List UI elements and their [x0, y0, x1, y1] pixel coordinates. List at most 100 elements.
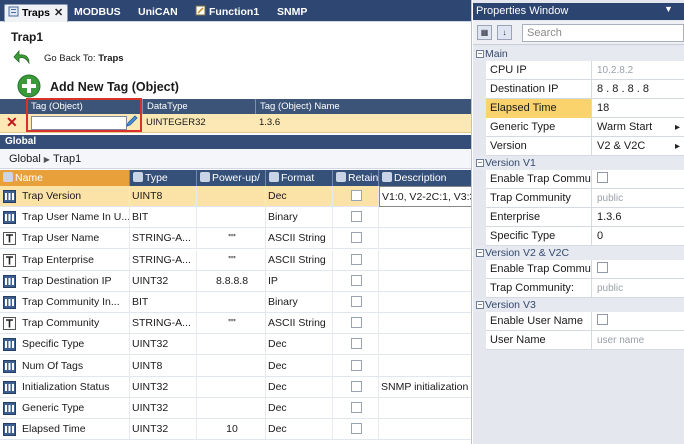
retain-checkbox[interactable]	[351, 211, 362, 223]
retain-cell[interactable]	[333, 419, 379, 441]
property-value[interactable]	[593, 170, 684, 189]
property-row[interactable]: User Name user name	[486, 331, 684, 350]
retain-checkbox[interactable]	[351, 423, 362, 435]
breadcrumb-item-global[interactable]: Global	[9, 153, 41, 165]
table-row[interactable]: Specific Type UINT32 Dec	[0, 334, 472, 356]
power-cell[interactable]	[197, 207, 266, 229]
table-row[interactable]: Elapsed Time UINT32 10 Dec	[0, 419, 472, 441]
tab-traps[interactable]: Traps ✕	[4, 4, 68, 22]
name-cell[interactable]: Specific Type	[20, 334, 130, 356]
table-row[interactable]: Generic Type UINT32 Dec	[0, 398, 472, 419]
tab-modbus[interactable]: MODBUS	[72, 4, 121, 22]
column-tag-name[interactable]: Tag (Object) Name	[255, 99, 472, 114]
power-cell[interactable]: ""	[197, 313, 266, 335]
property-category[interactable]: − Version V3	[473, 298, 684, 312]
format-cell[interactable]: Dec	[266, 355, 333, 377]
desc-cell[interactable]	[379, 313, 472, 335]
property-row[interactable]: Version V2 & V2C ▸	[486, 137, 684, 156]
retain-cell[interactable]	[333, 313, 379, 335]
type-cell[interactable]: UINT32	[130, 270, 197, 292]
collapse-icon[interactable]: −	[476, 301, 484, 309]
retain-checkbox[interactable]	[351, 253, 362, 265]
table-row[interactable]: Num Of Tags UINT8 Dec	[0, 355, 472, 377]
format-cell[interactable]: ASCII String	[266, 228, 333, 250]
name-cell[interactable]: Num Of Tags	[20, 355, 130, 377]
table-row[interactable]: Initialization Status UINT32 Dec SNMP initi…	[0, 376, 472, 398]
desc-cell[interactable]	[379, 334, 472, 356]
property-row[interactable]: Enable User Name	[486, 312, 684, 331]
format-cell[interactable]: IP	[266, 270, 333, 292]
property-value[interactable]	[593, 312, 684, 331]
retain-checkbox[interactable]	[351, 317, 362, 329]
type-cell[interactable]: UINT32	[130, 334, 197, 356]
desc-cell[interactable]	[379, 398, 472, 419]
retain-cell[interactable]	[333, 334, 379, 356]
add-tag-icon[interactable]	[17, 74, 41, 98]
retain-cell[interactable]	[333, 249, 379, 271]
property-value[interactable]	[593, 260, 684, 279]
type-cell[interactable]: BIT	[130, 292, 197, 313]
retain-checkbox[interactable]	[351, 232, 362, 244]
format-cell[interactable]: Dec	[266, 186, 333, 207]
name-cell[interactable]: Generic Type	[20, 398, 130, 419]
name-cell[interactable]: Initialization Status	[20, 376, 130, 398]
name-cell[interactable]: Trap Community	[20, 313, 130, 335]
column-retain[interactable]: Retain	[333, 170, 379, 186]
property-row[interactable]: Destination IP 8 . 8 . 8 . 8	[486, 80, 684, 99]
retain-cell[interactable]	[333, 186, 379, 207]
retain-cell[interactable]	[333, 355, 379, 377]
property-value[interactable]: 8 . 8 . 8 . 8	[593, 80, 684, 99]
property-checkbox[interactable]	[597, 262, 608, 273]
retain-checkbox[interactable]	[351, 402, 362, 413]
property-category[interactable]: − Version V1	[473, 156, 684, 170]
desc-cell[interactable]: V1:0, V2-2C:1, V3:3	[379, 186, 472, 207]
property-checkbox[interactable]	[597, 314, 608, 325]
power-cell[interactable]	[197, 186, 266, 207]
retain-cell[interactable]	[333, 270, 379, 292]
column-description[interactable]: Description	[379, 170, 472, 186]
go-back-link[interactable]: Go Back To: Traps	[44, 53, 124, 64]
type-cell[interactable]: BIT	[130, 207, 197, 229]
retain-cell[interactable]	[333, 207, 379, 229]
power-cell[interactable]: ""	[197, 249, 266, 271]
desc-cell[interactable]	[379, 270, 472, 292]
collapse-icon[interactable]: −	[476, 50, 484, 58]
property-row[interactable]: Enable Trap Commu...	[486, 260, 684, 279]
format-cell[interactable]: ASCII String	[266, 249, 333, 271]
add-new-tag-button[interactable]: Add New Tag (Object)	[50, 80, 179, 94]
close-icon[interactable]: ✕	[54, 5, 63, 21]
property-value[interactable]: Warm Start ▸	[593, 118, 684, 137]
table-row[interactable]: Trap Community In... BIT Binary	[0, 292, 472, 313]
table-row[interactable]: Trap User Name In U... BIT Binary	[0, 207, 472, 229]
property-value[interactable]: 18	[593, 99, 684, 118]
property-row[interactable]: Generic Type Warm Start ▸	[486, 118, 684, 137]
property-row[interactable]: Specific Type 0	[486, 227, 684, 246]
property-row[interactable]: Elapsed Time 18	[486, 99, 684, 118]
splitter[interactable]	[471, 0, 472, 444]
name-cell[interactable]: Trap Version	[20, 186, 130, 207]
column-power-up[interactable]: Power-up/	[197, 170, 266, 186]
property-category[interactable]: − Version V2 & V2C	[473, 246, 684, 260]
table-row[interactable]: Trap Destination IP UINT32 8.8.8.8 IP	[0, 270, 472, 292]
table-row[interactable]: Trap Enterprise STRING-A... "" ASCII String	[0, 249, 472, 271]
format-cell[interactable]: Dec	[266, 419, 333, 441]
retain-cell[interactable]	[333, 292, 379, 313]
name-cell[interactable]: Trap Community In...	[20, 292, 130, 313]
type-cell[interactable]: UINT8	[130, 355, 197, 377]
power-cell[interactable]	[197, 292, 266, 313]
retain-cell[interactable]	[333, 228, 379, 250]
property-row[interactable]: Enable Trap Commu...	[486, 170, 684, 189]
retain-checkbox[interactable]	[351, 296, 362, 307]
categorized-view-icon[interactable]: ▦	[477, 25, 492, 40]
desc-cell[interactable]: SNMP initialization s	[379, 376, 472, 398]
retain-checkbox[interactable]	[351, 338, 362, 350]
format-cell[interactable]: Binary	[266, 207, 333, 229]
property-value[interactable]: 1.3.6	[593, 208, 684, 227]
collapse-icon[interactable]: −	[476, 159, 484, 167]
format-cell[interactable]: Dec	[266, 398, 333, 419]
desc-cell[interactable]	[379, 292, 472, 313]
delete-icon[interactable]: ✕	[6, 114, 18, 131]
back-arrow-icon[interactable]	[12, 47, 34, 69]
column-format[interactable]: Format	[266, 170, 333, 186]
tab-unican[interactable]: UniCAN	[136, 4, 178, 22]
